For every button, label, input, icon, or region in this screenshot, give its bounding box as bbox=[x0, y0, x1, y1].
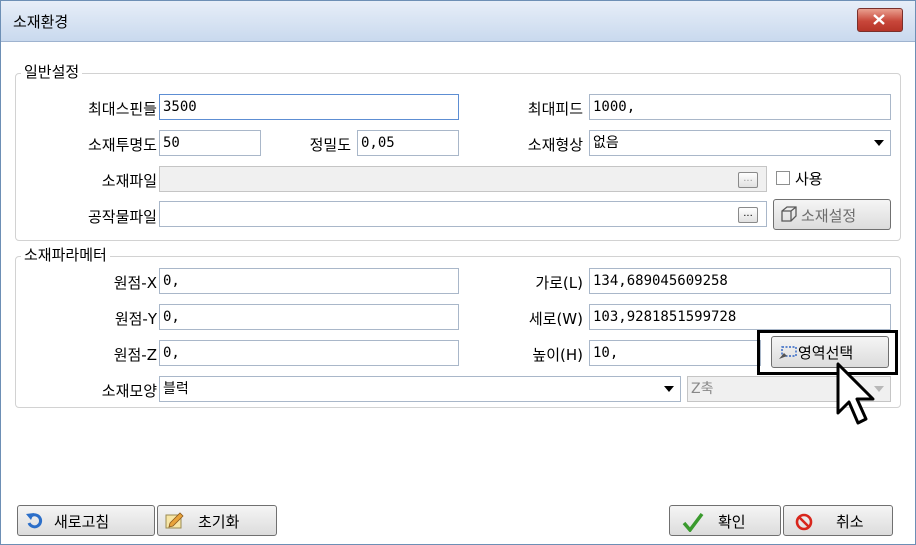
cancel-icon bbox=[795, 513, 813, 531]
mouse-cursor-icon bbox=[836, 362, 875, 425]
refresh-button[interactable]: 새로고침 bbox=[17, 505, 155, 536]
transparency-input[interactable]: 50 bbox=[159, 130, 261, 156]
workpiece-file-label: 공작물파일 bbox=[87, 208, 157, 226]
cube-icon bbox=[781, 206, 797, 222]
origin-y-input[interactable]: 0, bbox=[159, 304, 459, 330]
stock-type-label: 소재모양 bbox=[101, 382, 157, 400]
ok-button[interactable]: 확인 bbox=[669, 505, 781, 536]
stock-shape-select[interactable]: 없음 bbox=[589, 130, 891, 156]
stock-file-label: 소재파일 bbox=[101, 172, 157, 190]
stock-shape-value: 없음 bbox=[593, 135, 619, 151]
reset-button[interactable]: 초기화 bbox=[157, 505, 277, 536]
use-label: 사용 bbox=[795, 170, 823, 188]
reset-icon bbox=[165, 512, 184, 529]
transparency-label: 소재투명도 bbox=[87, 136, 157, 154]
max-feed-input[interactable]: 1000, bbox=[589, 94, 891, 120]
window-title: 소재환경 bbox=[13, 13, 69, 31]
chevron-down-icon bbox=[664, 386, 674, 392]
close-icon bbox=[873, 14, 885, 25]
origin-z-label: 원점-Z bbox=[113, 346, 157, 364]
stock-file-browse-button[interactable]: ... bbox=[738, 172, 758, 188]
axis-value: Z축 bbox=[691, 381, 714, 397]
stock-settings-dialog: 소재환경 일반설정 최대스핀들 3500 최대피드 1000, 소재투명도 50… bbox=[0, 0, 916, 545]
general-settings-legend: 일반설정 bbox=[21, 61, 83, 82]
precision-input[interactable]: 0,05 bbox=[357, 130, 459, 156]
refresh-icon bbox=[26, 513, 43, 529]
origin-x-label: 원점-X bbox=[113, 274, 157, 292]
precision-label: 정밀도 bbox=[309, 136, 351, 154]
origin-z-input[interactable]: 0, bbox=[159, 340, 459, 366]
stock-setup-button[interactable]: 소재설정 bbox=[773, 199, 891, 230]
use-checkbox[interactable] bbox=[776, 171, 790, 185]
stock-file-input[interactable] bbox=[159, 166, 767, 192]
stock-setup-label: 소재설정 bbox=[801, 207, 857, 225]
max-spindle-input[interactable]: 3500 bbox=[159, 94, 459, 120]
refresh-label: 새로고침 bbox=[54, 513, 110, 531]
checkmark-icon bbox=[682, 512, 704, 532]
reset-label: 초기화 bbox=[198, 513, 240, 531]
max-feed-label: 최대피드 bbox=[527, 100, 583, 118]
height-input[interactable]: 10, bbox=[589, 340, 761, 366]
height-label: 높이(H) bbox=[532, 346, 583, 364]
stock-parameters-legend: 소재파라메터 bbox=[21, 244, 110, 265]
cancel-label: 취소 bbox=[836, 513, 864, 531]
length-input[interactable]: 103,9281851599728 bbox=[589, 304, 891, 330]
workpiece-file-browse-button[interactable]: ... bbox=[738, 207, 758, 223]
width-label: 가로(L) bbox=[535, 274, 583, 292]
workpiece-file-input[interactable] bbox=[159, 201, 767, 227]
cancel-button[interactable]: 취소 bbox=[783, 505, 893, 536]
chevron-down-icon bbox=[874, 140, 884, 146]
stock-shape-label: 소재형상 bbox=[527, 136, 583, 154]
length-label: 세로(W) bbox=[528, 310, 583, 328]
ok-label: 확인 bbox=[718, 513, 746, 531]
origin-x-input[interactable]: 0, bbox=[159, 268, 459, 294]
stock-type-select[interactable]: 블럭 bbox=[159, 376, 681, 402]
width-input[interactable]: 134,689045609258 bbox=[589, 268, 891, 294]
origin-y-label: 원점-Y bbox=[114, 310, 157, 328]
max-spindle-label: 최대스핀들 bbox=[87, 100, 157, 118]
close-button[interactable] bbox=[857, 8, 903, 32]
title-bar: 소재환경 bbox=[1, 1, 915, 42]
stock-type-value: 블럭 bbox=[163, 381, 189, 397]
